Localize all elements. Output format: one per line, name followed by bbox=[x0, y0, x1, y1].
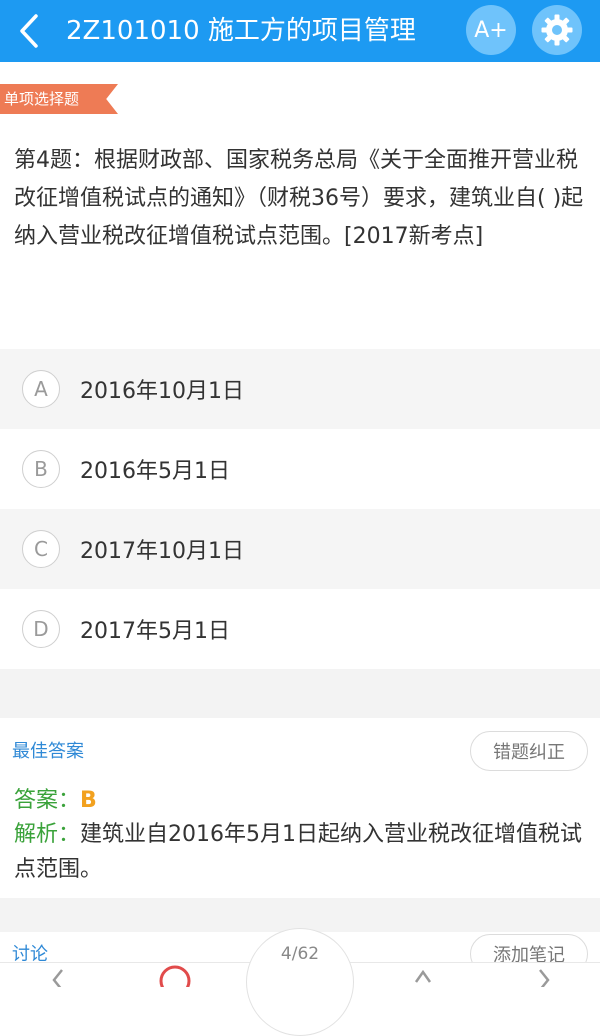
analysis-block: 解析：建筑业自2016年5月1日起纳入营业税改征增值税试点范围。 bbox=[14, 817, 588, 887]
settings-icon bbox=[541, 14, 573, 46]
question-text: 第4题：根据财政部、国家税务总局《关于全面推开营业税改征增值税试点的通知》（财税… bbox=[14, 148, 584, 249]
prev-arrow-icon[interactable] bbox=[44, 966, 74, 987]
font-size-icon: A+ bbox=[474, 17, 508, 43]
next-arrow-icon[interactable] bbox=[528, 966, 558, 987]
option-a[interactable]: A 2016年10月1日 bbox=[0, 349, 600, 429]
analysis-label: 解析： bbox=[14, 822, 81, 847]
page-title: 2Z101010 施工方的项目管理 bbox=[66, 16, 416, 46]
option-letter: D bbox=[22, 610, 60, 648]
analysis-text: 建筑业自2016年5月1日起纳入营业税改征增值税试点范围。 bbox=[14, 822, 582, 882]
page-indicator: 4/62 bbox=[280, 944, 320, 964]
option-letter: A bbox=[22, 370, 60, 408]
favorite-icon[interactable] bbox=[158, 964, 192, 987]
top-bar: 2Z101010 施工方的项目管理 A+ bbox=[0, 0, 600, 62]
option-c[interactable]: C 2017年10月1日 bbox=[0, 509, 600, 589]
best-answer-heading: 最佳答案 bbox=[12, 741, 84, 762]
answer-value: B bbox=[80, 788, 97, 813]
font-size-button[interactable]: A+ bbox=[466, 5, 516, 55]
settings-button[interactable] bbox=[532, 5, 582, 55]
section-divider bbox=[0, 669, 600, 718]
option-list: A 2016年10月1日 B 2016年5月1日 C 2017年10月1日 D … bbox=[0, 349, 600, 669]
option-letter: B bbox=[22, 450, 60, 488]
option-text: 2016年10月1日 bbox=[80, 379, 244, 404]
answer-label: 答案： bbox=[14, 788, 81, 813]
question-type-badge: 单项选择题 bbox=[0, 84, 118, 114]
option-text: 2017年10月1日 bbox=[80, 539, 244, 564]
option-text: 2016年5月1日 bbox=[80, 459, 230, 484]
option-letter: C bbox=[22, 530, 60, 568]
report-error-button[interactable]: 错题纠正 bbox=[470, 731, 588, 771]
option-text: 2017年5月1日 bbox=[80, 619, 230, 644]
section-divider bbox=[0, 898, 600, 932]
option-d[interactable]: D 2017年5月1日 bbox=[0, 589, 600, 669]
answer-sheet-icon[interactable] bbox=[406, 964, 440, 987]
back-icon[interactable] bbox=[16, 12, 42, 50]
option-b[interactable]: B 2016年5月1日 bbox=[0, 429, 600, 509]
answer-line: 答案：B bbox=[14, 786, 97, 816]
